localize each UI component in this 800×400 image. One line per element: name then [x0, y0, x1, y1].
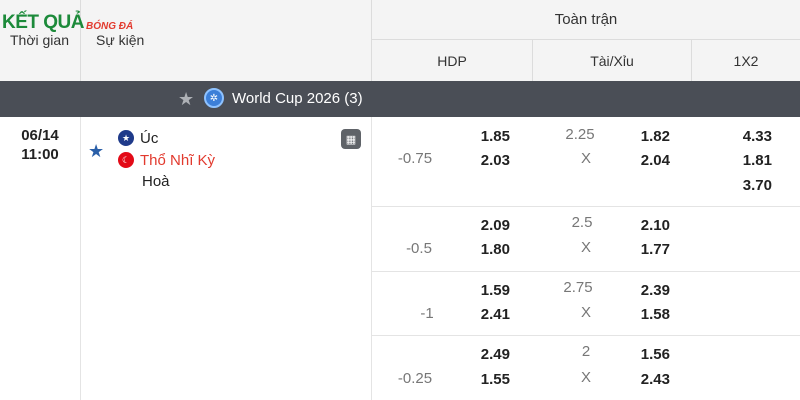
ou-x-label: X [580, 150, 591, 167]
1x2-away-odds[interactable]: 1.81 [722, 152, 772, 169]
league-header[interactable]: ★ ✲ World Cup 2026 (3) [0, 81, 800, 117]
column-divider [371, 117, 372, 400]
column-header-time: Thời gian [10, 32, 69, 48]
1x2-home-odds[interactable]: 4.33 [722, 128, 772, 145]
australia-flag-icon: ★ [118, 130, 134, 146]
ou-line: 2.5 [571, 214, 593, 231]
row-divider [372, 271, 800, 272]
hdp-home-odds[interactable]: 2.49 [460, 346, 510, 363]
world-cup-icon: ✲ [204, 88, 224, 108]
hdp-away-odds[interactable]: 2.41 [460, 306, 510, 323]
column-header-over-under: Tài/Xỉu [590, 52, 634, 69]
league-title: World Cup 2026 (3) [232, 90, 363, 107]
ou-over-odds[interactable]: 1.56 [620, 346, 670, 363]
hdp-home-odds[interactable]: 1.59 [460, 282, 510, 299]
column-header-hdp: HDP [437, 52, 467, 69]
ou-x-label: X [580, 304, 591, 321]
ou-line: 2 [581, 343, 591, 360]
ou-under-odds[interactable]: 1.58 [620, 306, 670, 323]
ou-line: 2.25 [565, 126, 595, 143]
ou-over-odds[interactable]: 2.39 [620, 282, 670, 299]
ou-over-odds[interactable]: 1.82 [620, 128, 670, 145]
column-header-event: Sự kiện [96, 32, 145, 48]
row-divider [372, 335, 800, 336]
hdp-away-odds[interactable]: 2.03 [460, 152, 510, 169]
ou-line: 2.75 [563, 279, 593, 296]
hdp-line: -0.5 [406, 240, 432, 257]
1x2-draw-odds[interactable]: 3.70 [722, 177, 772, 194]
hdp-line: -0.75 [397, 150, 433, 167]
home-team[interactable]: ★ Úc [118, 128, 158, 148]
turkey-flag-icon: ☾ [118, 152, 134, 168]
favorite-star-icon[interactable]: ★ [88, 141, 104, 162]
ou-x-label: X [580, 239, 591, 256]
away-team[interactable]: ☾ Thổ Nhĩ Kỳ [118, 150, 215, 170]
match-time: 11:00 [21, 146, 59, 163]
hdp-away-odds[interactable]: 1.55 [460, 371, 510, 388]
match-date: 06/14 [21, 127, 59, 144]
ou-under-odds[interactable]: 1.77 [620, 241, 670, 258]
ou-x-label: X [580, 369, 591, 386]
hdp-home-odds[interactable]: 1.85 [460, 128, 510, 145]
home-team-name: Úc [140, 129, 159, 147]
column-header-full-match: Toàn trận [372, 0, 800, 40]
logo-subtext: BÓNG ĐÁ [86, 21, 134, 32]
row-divider [372, 206, 800, 207]
ou-under-odds[interactable]: 2.43 [620, 371, 670, 388]
hdp-line: -1 [420, 305, 434, 322]
column-divider [80, 117, 81, 400]
column-header-1x2: 1X2 [733, 52, 759, 69]
stats-icon[interactable]: ▦ [341, 129, 361, 149]
ou-over-odds[interactable]: 2.10 [620, 217, 670, 234]
hdp-home-odds[interactable]: 2.09 [460, 217, 510, 234]
star-icon[interactable]: ★ [178, 89, 194, 110]
away-team-name: Thổ Nhĩ Kỳ [140, 151, 216, 169]
site-logo[interactable]: KẾT QUẢ BÓNG ĐÁ [2, 10, 133, 34]
hdp-away-odds[interactable]: 1.80 [460, 241, 510, 258]
hdp-line: -0.25 [397, 370, 433, 387]
ou-under-odds[interactable]: 2.04 [620, 152, 670, 169]
draw-label: Hoà [142, 173, 170, 190]
logo-text: KẾT QUẢ [2, 12, 85, 33]
